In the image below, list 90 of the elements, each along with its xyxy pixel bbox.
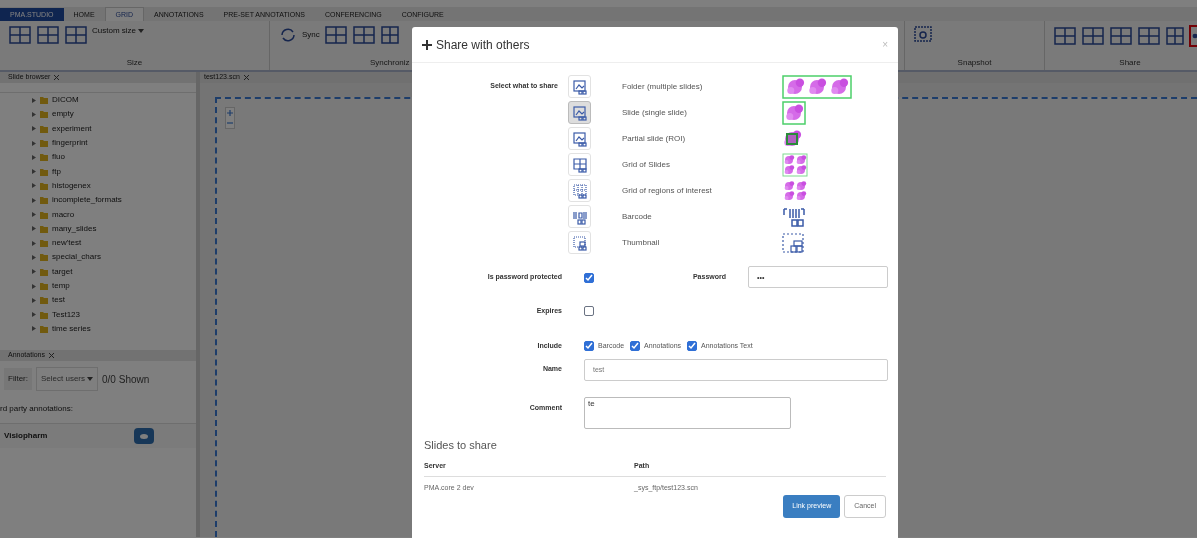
share-option-label: Folder (multiple slides): [622, 80, 704, 93]
close-icon[interactable]: [49, 353, 54, 358]
expand-arrow-icon[interactable]: [32, 326, 36, 332]
grid-slides-share-icon: [571, 156, 588, 173]
sync-label: Sync: [302, 29, 320, 41]
share-option-button[interactable]: [568, 231, 591, 254]
grid-roi-share-icon: [571, 182, 588, 199]
share-option-button[interactable]: [568, 101, 591, 124]
share-option-label: Barcode: [622, 210, 653, 223]
share-option-label: Thumbnail: [622, 236, 661, 249]
tree-item[interactable]: many_slides: [52, 222, 97, 235]
tree-item[interactable]: target: [52, 265, 73, 278]
expand-arrow-icon[interactable]: [32, 169, 36, 175]
thumbnail-share-icon: [571, 234, 588, 251]
tree-item[interactable]: temp: [52, 280, 70, 292]
share-option-label: Grid of regions of interest: [622, 184, 713, 197]
share-option-button[interactable]: [568, 179, 591, 202]
expand-arrow-icon[interactable]: [32, 312, 36, 318]
share-option-label: Slide (single slide): [622, 106, 688, 119]
tree-item[interactable]: histogenex: [52, 179, 91, 192]
section-label: rd party annotations:: [0, 403, 74, 415]
tree-item[interactable]: empty: [52, 108, 74, 121]
zoom-in-button[interactable]: [226, 108, 234, 118]
tree-item[interactable]: fluo: [52, 151, 65, 164]
shown-count: 0/0 Shown: [102, 372, 150, 387]
tree-item[interactable]: new'test: [52, 237, 82, 250]
tree-item[interactable]: fingerprint: [52, 137, 88, 150]
expand-arrow-icon[interactable]: [32, 240, 36, 246]
expand-arrow-icon[interactable]: [32, 254, 36, 260]
share-option-button[interactable]: [568, 153, 591, 176]
camera-icon[interactable]: [913, 25, 933, 43]
expand-arrow-icon[interactable]: [32, 111, 36, 117]
share-option-button[interactable]: [568, 205, 591, 228]
share-option-button[interactable]: [568, 75, 591, 98]
share-option-label: Grid of Slides: [622, 158, 672, 171]
include-checkbox[interactable]: [687, 341, 698, 352]
thumbnail-preview-icon: [782, 230, 806, 255]
plus-icon: [227, 110, 233, 116]
expand-arrow-icon[interactable]: [32, 226, 36, 232]
tree-item[interactable]: Test123: [52, 308, 81, 321]
ribbon-group-label: Size: [126, 57, 143, 69]
share-option-button[interactable]: [568, 127, 591, 150]
grid-view-icon[interactable]: [64, 25, 88, 45]
minus-icon: [227, 122, 233, 124]
close-icon[interactable]: [243, 75, 249, 80]
expand-arrow-icon[interactable]: [32, 212, 36, 217]
tree-item[interactable]: macro: [52, 208, 75, 221]
expand-arrow-icon[interactable]: [32, 97, 36, 103]
expand-arrow-icon[interactable]: [32, 140, 36, 146]
dropdown-caret-icon: [87, 377, 94, 381]
expand-arrow-icon[interactable]: [32, 197, 36, 203]
ribbon-group-label: Share: [1119, 57, 1141, 69]
tree-item[interactable]: incomplete_formats: [52, 194, 122, 207]
comment-field[interactable]: te: [584, 396, 791, 429]
share-option-label: Partial slide (ROI): [622, 132, 687, 145]
ribbon-group-label: Synchroniz: [370, 57, 410, 69]
slide-share-icon: [571, 104, 588, 121]
tree-item[interactable]: DICOM: [52, 94, 79, 107]
expires-checkbox[interactable]: [584, 306, 594, 316]
roi-preview-drawing: [782, 128, 802, 149]
password-checkbox[interactable]: [584, 273, 594, 283]
section-heading: Slides to share: [424, 437, 498, 453]
users-select[interactable]: Select users: [36, 367, 99, 391]
ribbon-group-label: Snapshot: [957, 57, 992, 69]
eye-button[interactable]: [134, 428, 154, 444]
tree-item[interactable]: ftp: [52, 165, 61, 178]
filter-label: Filter:: [4, 368, 32, 390]
dialog-title: Share with others: [436, 36, 530, 54]
expand-arrow-icon[interactable]: [32, 154, 36, 160]
tree-item[interactable]: test: [52, 294, 65, 307]
eye-icon: [140, 433, 148, 439]
move-icon: [422, 39, 432, 50]
include-checkbox[interactable]: [630, 341, 641, 352]
expand-arrow-icon[interactable]: [32, 183, 36, 189]
grid-slides-preview-drawing: [782, 152, 808, 177]
tree-item[interactable]: experiment: [52, 122, 92, 135]
custom-size-menu[interactable]: Custom size: [92, 25, 144, 37]
caret-icon: [138, 29, 144, 33]
expand-arrow-icon[interactable]: [32, 283, 36, 289]
folder-preview-drawing: [782, 74, 852, 99]
tree-item[interactable]: time series: [52, 322, 91, 335]
grid-roi-preview-drawing: [782, 178, 808, 203]
expand-arrow-icon[interactable]: [32, 269, 36, 275]
include-checkbox[interactable]: [584, 341, 594, 352]
expand-arrow-icon[interactable]: [32, 126, 36, 132]
tree-item[interactable]: special_chars: [52, 251, 101, 264]
slide-preview-drawing: [782, 100, 806, 125]
close-icon[interactable]: [54, 75, 60, 80]
provider-name: Visiopharm: [4, 430, 48, 442]
expand-arrow-icon[interactable]: [32, 297, 36, 303]
